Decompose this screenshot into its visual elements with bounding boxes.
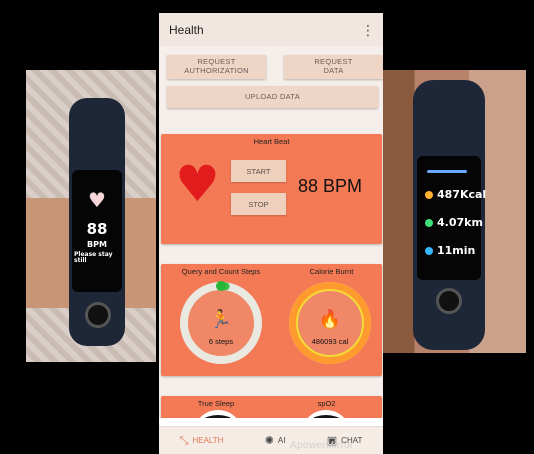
steps-ring: 🏃 bbox=[180, 281, 262, 364]
steps-value: 6 steps bbox=[208, 337, 234, 346]
watch-message: Please stay still bbox=[74, 251, 113, 265]
spo2-title: spO2 bbox=[317, 399, 336, 408]
heart-icon: ♥ bbox=[175, 155, 220, 213]
bpm-value: 88 BPM bbox=[298, 176, 363, 196]
watch-home-button bbox=[436, 288, 462, 314]
ai-icon: ✺ bbox=[264, 434, 274, 447]
flame-icon: 🔥 bbox=[319, 308, 341, 330]
heart-beat-card: Heart Beat ♥ START STOP 88 BPM bbox=[161, 134, 382, 244]
steps-ring-knob bbox=[216, 281, 226, 291]
request-data-button[interactable]: REQUEST DATA bbox=[284, 55, 383, 79]
clock-icon bbox=[425, 246, 433, 255]
watch-heart-value: 88 bbox=[86, 220, 108, 238]
nav-ai-label: AI bbox=[277, 436, 286, 445]
right-watch-photo: 487Kcal 4.07km 11min bbox=[383, 70, 526, 353]
spo2-ring bbox=[301, 410, 351, 418]
phone-screen: Health ⋮ REQUEST AUTHORIZATION REQUEST D… bbox=[159, 13, 383, 454]
upload-data-button[interactable]: UPLOAD DATA bbox=[167, 86, 378, 108]
watch-calories: 487Kcal bbox=[437, 188, 487, 201]
app-title: Health bbox=[169, 22, 204, 37]
flame-icon bbox=[425, 190, 433, 199]
watch-distance: 4.07km bbox=[437, 216, 483, 229]
screen-mirror-stage: ♥ 88 BPM Please stay still 487Kcal 4.07k… bbox=[0, 0, 534, 454]
activity-card: Query and Count Steps Calorie Burnt 🏃 6 … bbox=[161, 264, 382, 376]
sleep-ring bbox=[193, 410, 243, 418]
app-bar: Health ⋮ bbox=[159, 13, 383, 46]
watermark: ApowerMirror bbox=[290, 440, 354, 451]
watch-home-button bbox=[85, 302, 111, 328]
nav-health-label: HEALTH bbox=[192, 436, 224, 445]
more-vert-icon[interactable]: ⋮ bbox=[361, 23, 375, 37]
watch-heart-unit: BPM bbox=[87, 240, 107, 249]
sleep-spo2-card: True Sleep spO2 bbox=[161, 396, 382, 418]
calories-value: 486093 cal bbox=[311, 337, 349, 346]
heart-beat-title: Heart Beat bbox=[253, 137, 290, 146]
request-authorization-button[interactable]: REQUEST AUTHORIZATION bbox=[167, 55, 266, 79]
watch-screen: ♥ 88 BPM Please stay still bbox=[72, 170, 122, 292]
calories-ring: 🔥 bbox=[289, 282, 371, 364]
heart-rate-icon: ♥ bbox=[88, 188, 106, 212]
steps-title: Query and Count Steps bbox=[181, 267, 261, 276]
nav-health[interactable]: ⤡ HEALTH bbox=[180, 434, 224, 448]
running-icon: 🏃 bbox=[210, 308, 232, 330]
sleep-title: True Sleep bbox=[197, 399, 235, 408]
health-icon: ⤡ bbox=[179, 433, 189, 447]
distance-icon bbox=[425, 218, 433, 227]
watch-time-row: 11min bbox=[425, 244, 475, 257]
calories-title: Calorie Burnt bbox=[309, 267, 354, 276]
watch-time: 11min bbox=[437, 244, 476, 257]
watch-screen: 487Kcal 4.07km 11min bbox=[417, 156, 486, 280]
left-watch-photo: ♥ 88 BPM Please stay still bbox=[26, 70, 156, 362]
stop-button[interactable]: STOP bbox=[231, 193, 286, 215]
watch-distance-row: 4.07km bbox=[425, 216, 483, 229]
nav-ai[interactable]: ✺ AI bbox=[265, 434, 286, 447]
main-content: REQUEST AUTHORIZATION REQUEST DATA UPLOA… bbox=[159, 46, 383, 418]
start-button[interactable]: START bbox=[231, 160, 286, 182]
watch-calories-row: 487Kcal bbox=[425, 188, 486, 201]
watch-activity-bar bbox=[427, 170, 467, 173]
